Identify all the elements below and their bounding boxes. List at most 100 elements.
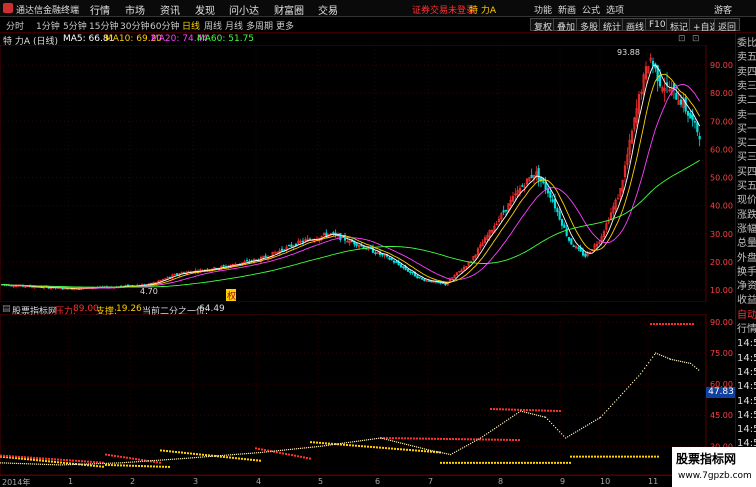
indicator-chart[interactable]: 90.0075.0060.0045.0030.00: [0, 314, 735, 475]
sidebar-item-23[interactable]: 14:5: [737, 366, 756, 379]
indicator-dot: [503, 438, 505, 441]
indicator-dot: [392, 437, 394, 440]
sidebar-item-14[interactable]: 总量: [737, 237, 756, 250]
indicator-mid-dot: [462, 447, 464, 449]
sidebar-item-9[interactable]: 买四: [737, 166, 756, 179]
indicator-dot: [138, 464, 140, 467]
indicator-mid-dot: [526, 411, 528, 414]
indicator-dot: [141, 458, 143, 461]
indicator-mid-dot: [220, 455, 222, 457]
indicator-mid-dot: [512, 415, 514, 418]
sidebar-item-4[interactable]: 卖二: [737, 94, 756, 107]
sidebar-item-21[interactable]: 14:5: [737, 337, 756, 350]
sidebar-item-0[interactable]: 委比: [737, 37, 756, 50]
sidebar-item-18[interactable]: 收益: [737, 294, 756, 307]
sidebar-item-26[interactable]: 14:5: [737, 409, 756, 422]
indicator-dot: [464, 461, 466, 464]
indicator-dot: [553, 409, 555, 412]
indicator-mid-dot: [196, 456, 198, 459]
menu-wealth[interactable]: 财富圈: [274, 2, 304, 17]
menu-ask[interactable]: 问小达: [229, 2, 259, 17]
indicator-dot: [159, 461, 161, 464]
candle-body: [696, 122, 699, 133]
indicator-dot: [651, 455, 653, 458]
sidebar-item-25[interactable]: 14:5: [737, 395, 756, 408]
indicator-mid-dot: [8, 462, 10, 464]
period-60min[interactable]: 60分钟: [150, 19, 179, 32]
sidebar-item-11[interactable]: 现价: [737, 194, 756, 207]
period-weekly[interactable]: 周线: [204, 19, 222, 32]
indicator-mid-dot: [634, 379, 636, 381]
indicator-dot: [199, 453, 201, 456]
menu-options[interactable]: 选项: [606, 3, 624, 16]
menu-trade[interactable]: 交易: [318, 2, 338, 17]
menu-news[interactable]: 资讯: [160, 2, 180, 17]
sidebar-item-5[interactable]: 卖一: [737, 109, 756, 122]
period-monthly[interactable]: 月线: [225, 19, 243, 32]
sidebar-item-12[interactable]: 涨跌: [737, 209, 756, 222]
login-notice[interactable]: 证券交易未登录: [412, 3, 475, 16]
sidebar-item-8[interactable]: 买三: [737, 151, 756, 164]
indicator-mid-dot: [94, 463, 96, 465]
indicator-mid-dot: [222, 454, 224, 457]
period-30min[interactable]: 30分钟: [120, 19, 149, 32]
indicator-mid-dot: [585, 425, 587, 427]
period-multi[interactable]: 多周期: [246, 19, 273, 32]
sidebar-item-2[interactable]: 卖四: [737, 66, 756, 79]
indicator-mid-dot: [204, 456, 206, 458]
sidebar-item-17[interactable]: 净资: [737, 280, 756, 293]
sidebar-item-13[interactable]: 涨幅: [737, 223, 756, 236]
period-more[interactable]: 更多: [276, 19, 294, 32]
indicator-mid-dot: [684, 361, 686, 363]
kline-chart[interactable]: 90.00 80.00 70.00 60.00 50.00 40.00 30.00 20.00…: [0, 45, 735, 302]
indicator-dot: [671, 323, 673, 326]
indicator-dot: [422, 437, 424, 440]
menu-quotes[interactable]: 行情: [90, 2, 110, 17]
indicator-mid-dot: [42, 463, 44, 465]
app-logo-icon: [3, 3, 13, 13]
sidebar-item-15[interactable]: 外盘: [737, 252, 756, 265]
period-5min[interactable]: 5分钟: [63, 19, 87, 32]
sidebar-item-16[interactable]: 换手: [737, 266, 756, 279]
close-icon[interactable]: ⊡: [692, 34, 700, 44]
expand-icon[interactable]: ⊡: [678, 34, 686, 44]
indicator-mid-dot: [456, 450, 458, 452]
indicator-mid-dot: [126, 461, 128, 464]
indicator-dot: [524, 461, 526, 464]
menu-function[interactable]: 功能: [534, 3, 552, 16]
period-15min[interactable]: 15分钟: [89, 19, 118, 32]
sidebar-item-10[interactable]: 买五: [737, 180, 756, 193]
indicator-dot: [563, 461, 565, 464]
menu-formula[interactable]: 公式: [582, 3, 600, 16]
period-1min[interactable]: 1分钟: [36, 19, 60, 32]
sidebar-item-20[interactable]: 行情: [737, 323, 756, 336]
sidebar-item-24[interactable]: 14:5: [737, 380, 756, 393]
indicator-mid-dot: [242, 453, 244, 455]
sidebar-item-22[interactable]: 14:5: [737, 352, 756, 365]
indicator-mid-dot: [200, 456, 202, 458]
sidebar-item-7[interactable]: 买二: [737, 137, 756, 150]
sidebar-item-6[interactable]: 买一: [737, 123, 756, 136]
indicator-dot: [556, 409, 558, 412]
period-timeshare[interactable]: 分时: [6, 19, 24, 32]
menu-market[interactable]: 市场: [125, 2, 145, 17]
indicator-mid-dot: [16, 462, 18, 465]
indicator-dot: [156, 465, 158, 468]
indicator-mid-dot: [194, 457, 196, 459]
indicator-dot: [93, 461, 95, 464]
candle-body: [689, 113, 692, 119]
menu-discover[interactable]: 发现: [195, 2, 215, 17]
sidebar-item-27[interactable]: 14:5: [737, 423, 756, 436]
candle-body: [409, 271, 412, 273]
period-daily[interactable]: 日线: [182, 19, 200, 32]
toolbar-back-button[interactable]: 返回: [714, 18, 741, 33]
menu-newchart[interactable]: 新画: [558, 3, 576, 16]
guest-user[interactable]: 游客: [714, 3, 732, 16]
candle-body: [325, 232, 328, 237]
indicator-mid-dot: [428, 449, 430, 451]
sidebar-item-1[interactable]: 卖五: [737, 51, 756, 64]
indicator-mid-dot: [236, 453, 238, 455]
indicator-menu-icon[interactable]: ▤: [2, 304, 11, 314]
sidebar-item-19[interactable]: 自动: [737, 309, 756, 322]
sidebar-item-3[interactable]: 卖三: [737, 80, 756, 93]
